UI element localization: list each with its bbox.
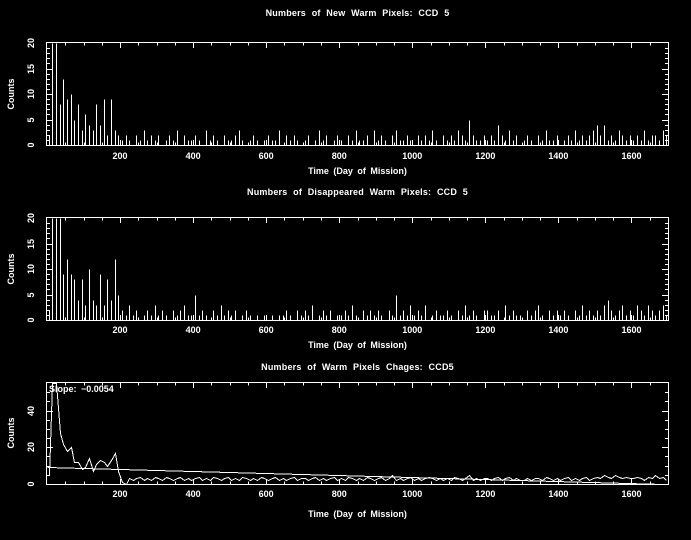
y-tick-label: 20 <box>26 442 36 453</box>
slope-annotation: Slope: −0.0054 <box>49 384 114 394</box>
x-axis-label: Time (Day of Mission) <box>308 509 407 519</box>
x-tick-label: 200 <box>112 489 128 499</box>
plot-area-2 <box>46 382 669 485</box>
y-axis-label: Counts <box>6 417 16 449</box>
x-tick-label: 1200 <box>475 489 496 499</box>
x-tick-label: 1400 <box>548 489 569 499</box>
panel-warm-pixels-changes: Numbers of Warm Pixels Chages: CCD5 Coun… <box>0 0 691 540</box>
fit-line <box>47 467 664 485</box>
chart-title: Numbers of Warm Pixels Chages: CCD5 <box>261 362 454 372</box>
y-tick-label: 0 <box>26 481 36 487</box>
data-line <box>49 383 667 485</box>
figure: Numbers of New Warm Pixels: CCD 5 Counts… <box>0 0 691 540</box>
x-tick-label: 1600 <box>621 489 642 499</box>
x-tick-label: 600 <box>258 489 274 499</box>
x-tick-label: 1000 <box>402 489 423 499</box>
y-tick-label: 40 <box>26 405 36 416</box>
x-tick-label: 800 <box>331 489 347 499</box>
x-tick-label: 400 <box>185 489 201 499</box>
axis-box <box>46 382 669 485</box>
